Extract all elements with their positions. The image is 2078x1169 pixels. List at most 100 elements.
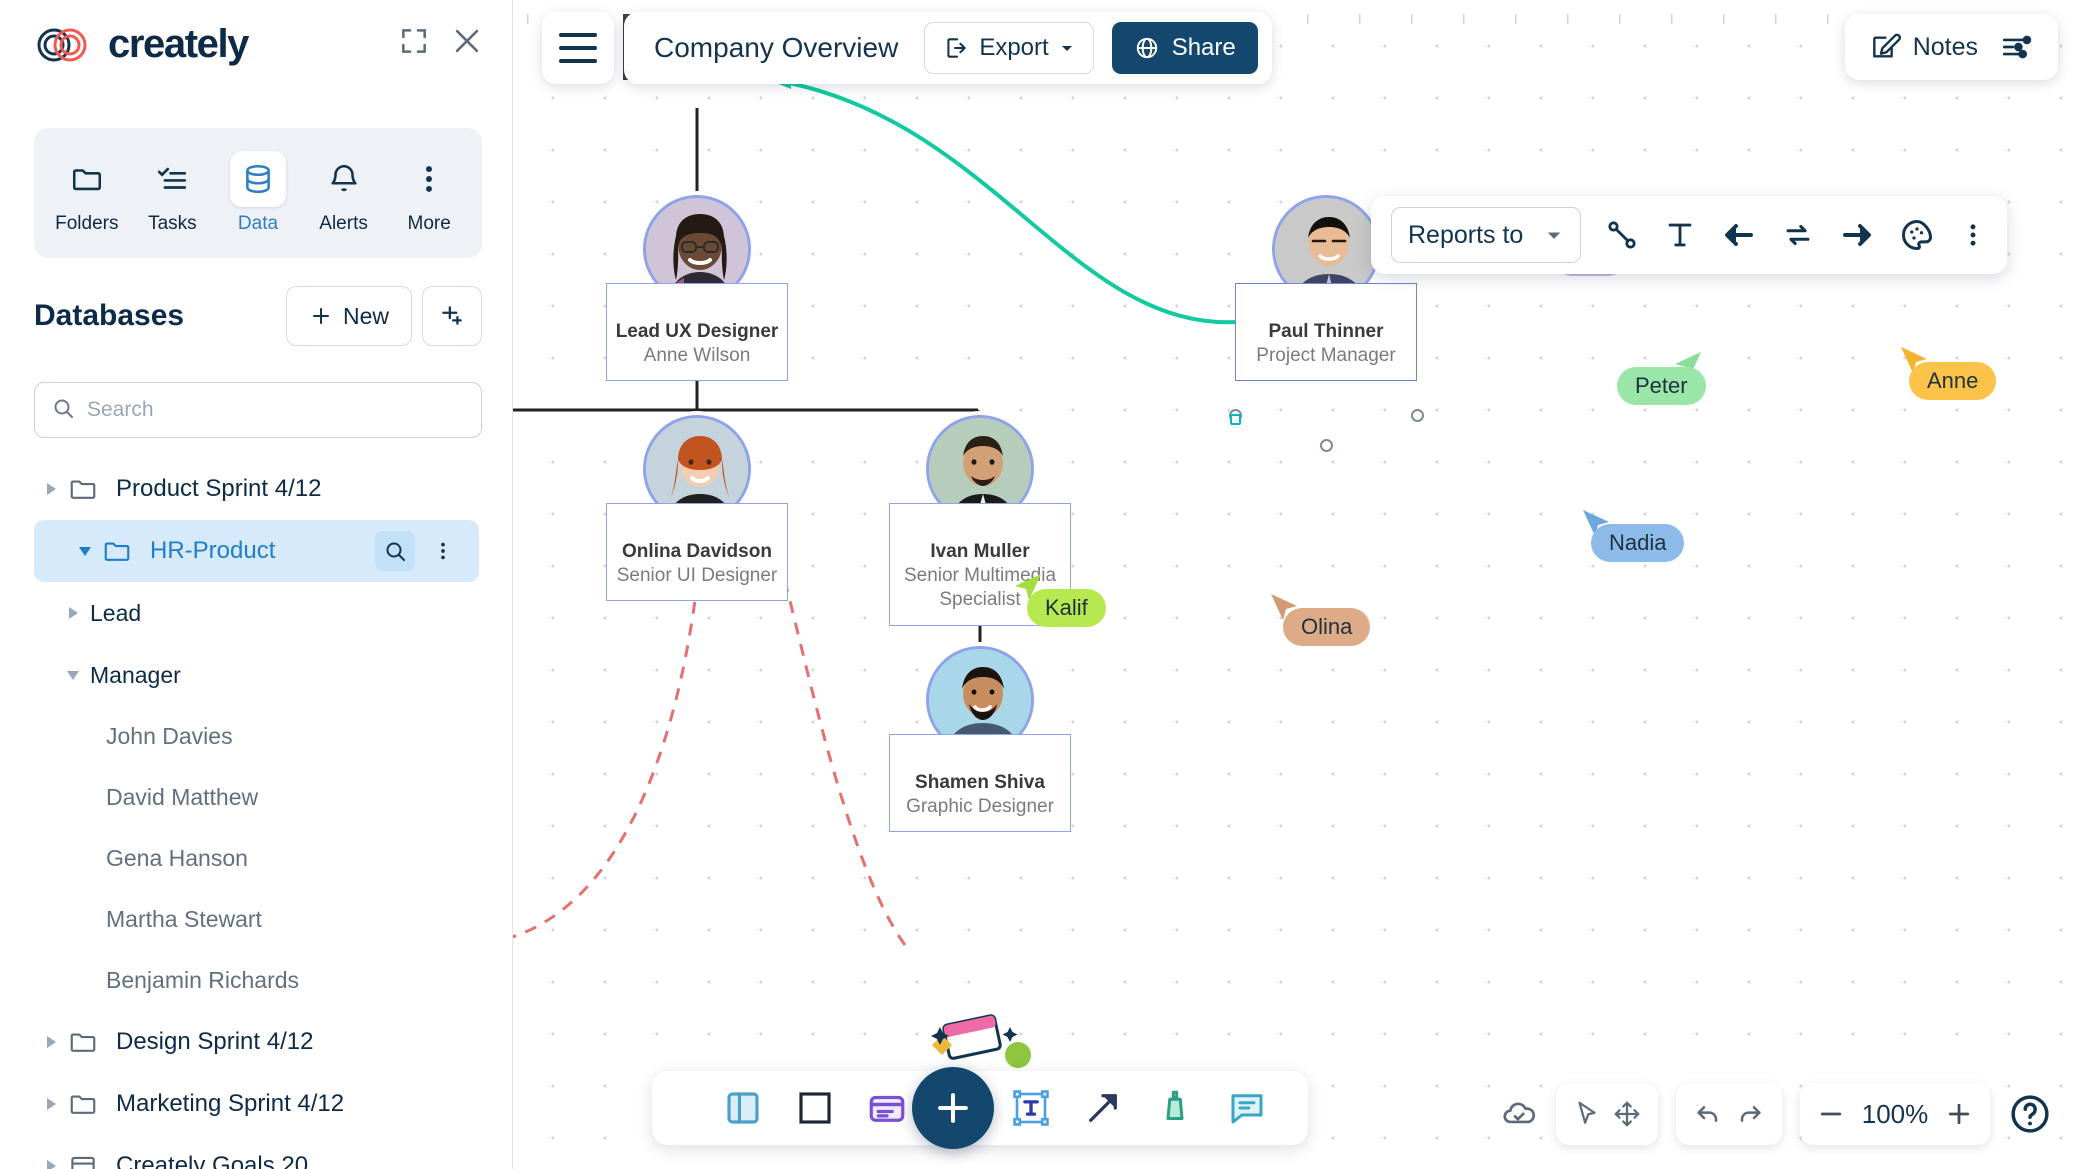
tree-item-record[interactable]: Martha Stewart [0, 889, 513, 950]
filter-icon[interactable] [422, 286, 482, 346]
creately-logo-mark [30, 25, 96, 65]
sidebar-item-alerts[interactable]: Alerts [304, 151, 384, 235]
sidebar-item-more[interactable]: More [389, 151, 469, 235]
new-database-button[interactable]: New [285, 286, 412, 346]
palette-icon[interactable] [1899, 217, 1935, 253]
line-style-icon[interactable] [1605, 218, 1639, 252]
chevron-down-icon [1061, 46, 1072, 51]
tree-item-hr-product[interactable]: HR-Product [34, 520, 479, 582]
resize-handle-right[interactable] [1411, 409, 1424, 422]
pan-icon[interactable] [1612, 1099, 1642, 1129]
connector-type-value: Reports to [1408, 220, 1524, 249]
more-vertical-icon [401, 151, 457, 207]
org-node-title: Senior UI Designer [616, 564, 778, 586]
arrow-right-icon[interactable] [1839, 217, 1875, 253]
redo-icon[interactable] [1734, 1098, 1766, 1130]
page-title: Company Overview [654, 32, 899, 63]
sidebar-item-label: Folders [55, 213, 119, 234]
org-node-name: Anne Wilson [643, 344, 751, 366]
text-icon[interactable] [1663, 218, 1697, 252]
connector-type-dropdown[interactable]: Reports to [1391, 207, 1581, 263]
arrow-left-icon[interactable] [1721, 217, 1757, 253]
zoom-out-button[interactable] [1816, 1099, 1846, 1129]
resize-handle-bottom[interactable] [1320, 439, 1333, 452]
chevron-down-icon[interactable] [56, 670, 90, 680]
frame-icon[interactable] [722, 1087, 764, 1129]
arrow-tool-icon[interactable] [1082, 1087, 1124, 1129]
databases-header: Databases New [34, 286, 482, 346]
flip-arrow-icon[interactable] [1781, 218, 1815, 252]
pointer-mode-group [1556, 1083, 1658, 1145]
highlighter-icon[interactable] [1154, 1087, 1196, 1129]
tree-item-creately-goals[interactable]: Creately Goals 20 [0, 1135, 513, 1169]
chevron-down-icon [1547, 232, 1561, 239]
tree-item-record[interactable]: Gena Hanson [0, 828, 513, 889]
tree-item-product-sprint[interactable]: Product Sprint 4/12 [0, 458, 513, 520]
org-node-card[interactable]: Lead UX Designer Anne Wilson [606, 283, 788, 382]
tree-item-design-sprint[interactable]: Design Sprint 4/12 [0, 1011, 513, 1073]
new-button-label: New [342, 302, 389, 329]
chevron-right-icon[interactable] [34, 1098, 68, 1110]
org-node-name: Onlina Davidson [622, 541, 772, 562]
tree-item-label: John Davies [106, 723, 233, 749]
document-title-bar: Company Overview Export Share [624, 12, 1272, 84]
org-node-card[interactable]: Onlina Davidson Senior UI Designer [606, 503, 788, 602]
tree-item-record[interactable]: John Davies [0, 706, 513, 767]
sidebar-item-data[interactable]: Data [218, 151, 298, 235]
tree-item-label: Product Sprint 4/12 [116, 475, 322, 502]
more-vertical-icon[interactable] [423, 531, 463, 571]
tree-item-manager[interactable]: Manager [0, 644, 513, 706]
connector-endpoint-handle[interactable] [1230, 414, 1241, 425]
add-shape-button[interactable] [912, 1067, 994, 1149]
card-icon[interactable] [866, 1087, 908, 1129]
tasks-icon [144, 151, 200, 207]
creately-app-window: creately Folders Tasks Data Alerts More … [0, 0, 2078, 1169]
text-box-icon[interactable] [1010, 1087, 1052, 1129]
search-icon[interactable] [375, 531, 415, 571]
share-label: Share [1171, 34, 1236, 61]
tree-item-lead[interactable]: Lead [0, 582, 513, 644]
chevron-right-icon[interactable] [34, 1036, 68, 1048]
chevron-right-icon[interactable] [34, 1160, 68, 1169]
export-button[interactable]: Export [924, 22, 1094, 74]
diagram-canvas[interactable]: UX Design Lead UX Desi [513, 0, 2078, 1169]
brand-name: creately [108, 22, 249, 66]
hamburger-menu-icon[interactable] [542, 12, 614, 84]
more-vertical-icon[interactable] [1959, 221, 1987, 249]
org-node-card[interactable]: Paul Thinner Project Manager [1235, 283, 1417, 382]
undo-icon[interactable] [1692, 1098, 1724, 1130]
table-icon [68, 1151, 104, 1169]
tree-item-marketing-sprint[interactable]: Marketing Sprint 4/12 [0, 1073, 513, 1135]
tree-item-record[interactable]: David Matthew [0, 767, 513, 828]
chevron-down-icon[interactable] [68, 546, 102, 556]
expand-icon[interactable] [398, 25, 430, 57]
sliders-icon[interactable] [2000, 30, 2034, 64]
close-icon[interactable] [450, 24, 484, 58]
comment-icon[interactable] [1226, 1087, 1268, 1129]
sidebar-header-actions [398, 24, 484, 58]
tree-item-label: Marketing Sprint 4/12 [116, 1090, 345, 1117]
folder-icon [59, 151, 115, 207]
search-icon [51, 396, 75, 425]
chevron-right-icon[interactable] [34, 483, 68, 495]
tree-item-label: David Matthew [106, 784, 259, 810]
folder-icon [68, 1089, 104, 1119]
export-icon [947, 38, 967, 58]
globe-icon [1136, 37, 1157, 59]
org-node-card[interactable]: Shamen Shiva Graphic Designer [889, 734, 1071, 833]
tree-item-record[interactable]: Benjamin Richards [0, 950, 513, 1011]
chevron-right-icon[interactable] [56, 607, 90, 619]
cloud-saved-icon [1500, 1095, 1538, 1133]
zoom-in-button[interactable] [1944, 1099, 1974, 1129]
help-icon[interactable] [2008, 1092, 2052, 1136]
sidebar-item-folders[interactable]: Folders [47, 151, 127, 235]
share-button[interactable]: Share [1111, 22, 1258, 74]
org-node-title: Lead UX Designer [615, 321, 779, 342]
rectangle-icon[interactable] [794, 1087, 836, 1129]
search-input[interactable] [87, 398, 465, 422]
tree-row-tools [375, 531, 463, 571]
sidebar-item-label: Tasks [148, 213, 197, 234]
note-edit-icon[interactable]: Notes [1869, 31, 1978, 63]
pointer-icon[interactable] [1572, 1099, 1602, 1129]
sidebar-item-tasks[interactable]: Tasks [132, 151, 212, 235]
